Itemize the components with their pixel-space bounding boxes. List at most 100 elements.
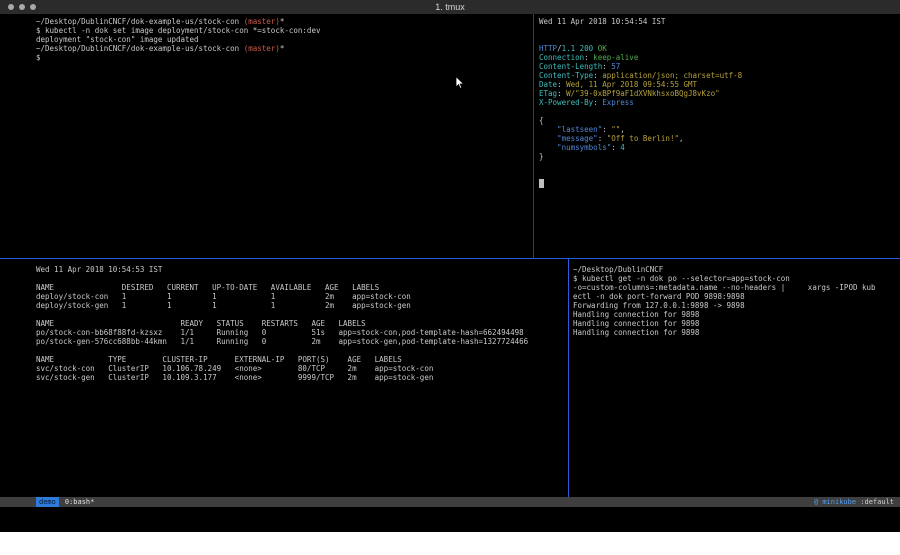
- terminal-text-segment: deploy/stock-con 1 1 1 1 2m app=stock-co…: [36, 292, 411, 301]
- tmux-status-bar: demo 0:bash* @ minikube :default: [0, 497, 900, 507]
- terminal-text-segment: po/stock-con-bb68f88fd-kzsxz 1/1 Running…: [36, 328, 524, 337]
- session-badge[interactable]: demo: [36, 497, 59, 507]
- pane-divider-horizontal[interactable]: [0, 258, 900, 259]
- terminal-line: Wed 11 Apr 2018 10:54:54 IST: [539, 17, 900, 26]
- terminal-line: Forwarding from 127.0.0.1:9898 -> 9898: [573, 301, 900, 310]
- terminal-text-segment: "numsymbols": [539, 143, 611, 152]
- terminal-window: 1. tmux ~/Desktop/DublinCNCF/dok-example…: [0, 0, 900, 532]
- pane-bottom-right-port-forward[interactable]: ~/Desktop/DublinCNCF$ kubectl get -n dok…: [569, 259, 900, 497]
- mouse-cursor-icon: [455, 76, 465, 90]
- terminal-text-segment: NAME TYPE CLUSTER-IP EXTERNAL-IP PORT(S)…: [36, 355, 402, 364]
- terminal-text-segment: ~/Desktop/DublinCNCF: [573, 265, 663, 274]
- terminal-text-segment: Forwarding from 127.0.0.1:9898 -> 9898: [573, 301, 745, 310]
- terminal-line: [539, 170, 900, 179]
- terminal-line: ETag: W/"39-0xBPf9aF1dXVNkhsxoBQgJ8vKzo": [539, 89, 900, 98]
- terminal-line: {: [539, 116, 900, 125]
- terminal-line: Content-Type: application/json; charset=…: [539, 71, 900, 80]
- terminal-line: [539, 161, 900, 170]
- terminal-text-segment: ectl -n dok port-forward POD 9898:9898: [573, 292, 745, 301]
- kube-namespace: :default: [860, 498, 894, 506]
- terminal-line: $ kubectl -n dok set image deployment/st…: [36, 26, 533, 35]
- kube-context-icon: @: [814, 498, 818, 506]
- terminal-line: Handling connection for 9898: [573, 328, 900, 337]
- terminal-text-segment: Handling connection for 9898: [573, 319, 699, 328]
- pane-divider-vertical-top[interactable]: [533, 14, 534, 258]
- terminal-line: -o=custom-columns=:metadata.name --no-he…: [573, 283, 900, 292]
- terminal-text-segment: ETag: [539, 89, 557, 98]
- terminal-text-segment: $ kubectl get -n dok po --selector=app=s…: [573, 274, 790, 283]
- terminal-text-segment: *: [280, 44, 285, 53]
- terminal-text-segment: HTTP: [539, 44, 557, 53]
- terminal-text-segment: svc/stock-con ClusterIP 10.106.78.249 <n…: [36, 364, 433, 373]
- terminal-line: po/stock-con-bb68f88fd-kzsxz 1/1 Running…: [36, 328, 568, 337]
- text-cursor: [539, 179, 544, 188]
- terminal-line: [539, 35, 900, 44]
- terminal-text-segment: Content-Length: [539, 62, 602, 71]
- terminal-text-segment: }: [539, 152, 544, 161]
- terminal-text-segment: $ kubectl -n dok set image deployment/st…: [36, 26, 320, 35]
- terminal-text-segment: "": [607, 125, 621, 134]
- window-indicator[interactable]: 0:bash*: [65, 497, 95, 507]
- terminal-text-segment: (master): [244, 17, 280, 26]
- terminal-line: svc/stock-con ClusterIP 10.106.78.249 <n…: [36, 364, 568, 373]
- terminal-text-segment: svc/stock-gen ClusterIP 10.109.3.177 <no…: [36, 373, 433, 382]
- terminal-text-segment: Handling connection for 9898: [573, 328, 699, 337]
- terminal-line: [36, 346, 568, 355]
- terminal-text-segment: 1.1: [562, 44, 576, 53]
- pane-top-right-http-response[interactable]: Wed 11 Apr 2018 10:54:54 IST HTTP/1.1 20…: [534, 14, 900, 258]
- terminal-text-segment: Handling connection for 9898: [573, 310, 699, 319]
- terminal-text-segment: keep-alive: [589, 53, 639, 62]
- terminal-text-segment: {: [539, 116, 544, 125]
- terminal-text-segment: NAME DESIRED CURRENT UP-TO-DATE AVAILABL…: [36, 283, 379, 292]
- terminal-line: [539, 179, 900, 188]
- terminal-line: deploy/stock-gen 1 1 1 1 2m app=stock-ge…: [36, 301, 568, 310]
- terminal-line: Connection: keep-alive: [539, 53, 900, 62]
- terminal-line: Wed 11 Apr 2018 10:54:53 IST: [36, 265, 568, 274]
- terminal-line: $: [36, 53, 533, 62]
- terminal-line: ~/Desktop/DublinCNCF/dok-example-us/stoc…: [36, 44, 533, 53]
- terminal-line: }: [539, 152, 900, 161]
- terminal-text-segment: Wed, 11 Apr 2018 09:54:55 GMT: [562, 80, 697, 89]
- terminal-text-segment: -o=custom-columns=:metadata.name --no-he…: [573, 283, 876, 292]
- terminal-text-segment: deployment "stock-con" image updated: [36, 35, 199, 44]
- terminal-text-segment: Content-Type: [539, 71, 593, 80]
- terminal-text-segment: Date: [539, 80, 557, 89]
- terminal-text-segment: $: [36, 53, 41, 62]
- status-right: @ minikube :default: [814, 497, 894, 507]
- terminal-line: "lastseen": "",: [539, 125, 900, 134]
- terminal-line: "message": "Off to Berlin!",: [539, 134, 900, 143]
- terminal-line: Handling connection for 9898: [573, 319, 900, 328]
- terminal-line: NAME TYPE CLUSTER-IP EXTERNAL-IP PORT(S)…: [36, 355, 568, 364]
- terminal-text-segment: 200: [580, 44, 594, 53]
- pane-top-left-shell[interactable]: ~/Desktop/DublinCNCF/dok-example-us/stoc…: [0, 14, 533, 258]
- terminal-line: "numsymbols": 4: [539, 143, 900, 152]
- pane-bottom-left-kubectl-watch[interactable]: Wed 11 Apr 2018 10:54:53 IST NAME DESIRE…: [0, 259, 568, 497]
- terminal-text-segment: Wed 11 Apr 2018 10:54:53 IST: [36, 265, 162, 274]
- terminal-line: HTTP/1.1 200 OK: [539, 44, 900, 53]
- terminal-line: [539, 26, 900, 35]
- terminal-line: Handling connection for 9898: [573, 310, 900, 319]
- titlebar: 1. tmux: [0, 0, 900, 14]
- terminal-line: ~/Desktop/DublinCNCF: [573, 265, 900, 274]
- terminal-line: [539, 107, 900, 116]
- terminal-text-segment: deploy/stock-gen 1 1 1 1 2m app=stock-ge…: [36, 301, 411, 310]
- terminal-line: [36, 310, 568, 319]
- terminal-text-segment: Wed 11 Apr 2018 10:54:54 IST: [539, 17, 665, 26]
- terminal-line: deploy/stock-con 1 1 1 1 2m app=stock-co…: [36, 292, 568, 301]
- terminal-line: NAME READY STATUS RESTARTS AGE LABELS: [36, 319, 568, 328]
- terminal-line: po/stock-gen-576cc688bb-44kmn 1/1 Runnin…: [36, 337, 568, 346]
- terminal-text-segment: Connection: [539, 53, 584, 62]
- terminal-line: X-Powered-By: Express: [539, 98, 900, 107]
- terminal-text-segment: "Off to Berlin!": [602, 134, 679, 143]
- terminal-text-segment: ,: [679, 134, 684, 143]
- terminal-line: svc/stock-gen ClusterIP 10.109.3.177 <no…: [36, 373, 568, 382]
- terminal-line: NAME DESIRED CURRENT UP-TO-DATE AVAILABL…: [36, 283, 568, 292]
- terminal-text-segment: OK: [598, 44, 607, 53]
- terminal-text-segment: "message": [539, 134, 598, 143]
- terminal-text-segment: 57: [607, 62, 621, 71]
- terminal-text-segment: W/"39-0xBPf9aF1dXVNkhsxoBQgJ8vKzo": [562, 89, 720, 98]
- pane-divider-vertical-bottom[interactable]: [568, 259, 569, 497]
- terminal-text-segment: "lastseen": [539, 125, 602, 134]
- terminal-line: [36, 274, 568, 283]
- terminal-text-segment: (master): [244, 44, 280, 53]
